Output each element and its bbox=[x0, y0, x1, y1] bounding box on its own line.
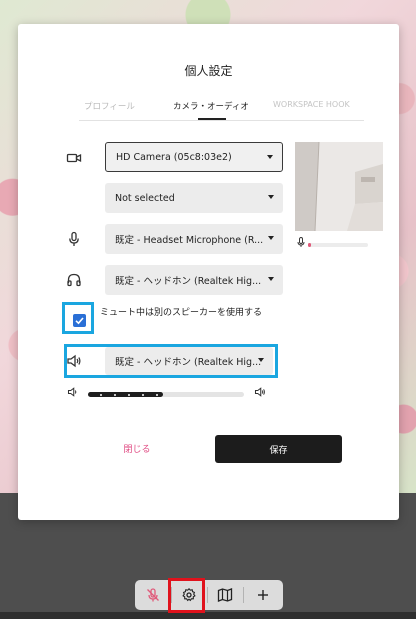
chevron-down-icon bbox=[268, 195, 274, 199]
volume-tick bbox=[100, 394, 102, 396]
checkmark-icon bbox=[75, 317, 84, 325]
mute-speaker-checkbox[interactable] bbox=[73, 314, 86, 327]
camera-preview bbox=[295, 142, 383, 231]
tab-workspace-hook[interactable]: WORKSPACE HOOK bbox=[273, 100, 350, 109]
volume-low-icon bbox=[67, 386, 79, 398]
mute-checkbox-highlight bbox=[62, 302, 94, 334]
mic-level-meter bbox=[295, 236, 383, 250]
microphone-small-icon bbox=[295, 236, 307, 248]
microphone-muted-icon bbox=[147, 588, 159, 602]
camera-select[interactable]: HD Camera (05c8:03e2) bbox=[105, 142, 283, 172]
plus-icon bbox=[258, 590, 268, 600]
volume-tick bbox=[114, 394, 116, 396]
microphone-icon bbox=[66, 231, 82, 247]
close-button[interactable]: 閉じる bbox=[104, 442, 170, 458]
microphone-select[interactable]: 既定 - Headset Microphone (R... bbox=[105, 224, 283, 254]
bottom-toolbar bbox=[135, 580, 283, 610]
map-button[interactable] bbox=[207, 580, 243, 610]
secondary-select[interactable]: Not selected bbox=[105, 183, 283, 213]
headphones-select[interactable]: 既定 - ヘッドホン (Realtek Hig... bbox=[105, 265, 283, 295]
tab-camera-audio[interactable]: カメラ・オーディオ bbox=[173, 100, 249, 112]
mute-speaker-label: ミュート中は別のスピーカーを使用する bbox=[100, 308, 263, 318]
bottom-strip bbox=[0, 612, 416, 619]
add-button[interactable] bbox=[245, 580, 281, 610]
personal-settings-dialog: 個人設定 プロフィール カメラ・オーディオ WORKSPACE HOOK HD … bbox=[18, 24, 399, 520]
toolbar-separator bbox=[243, 587, 244, 603]
volume-control bbox=[67, 386, 267, 400]
save-button[interactable]: 保存 bbox=[215, 435, 342, 463]
mic-level-fill bbox=[308, 243, 311, 247]
chevron-down-icon bbox=[268, 277, 274, 281]
settings-tabs: プロフィール カメラ・オーディオ WORKSPACE HOOK bbox=[79, 98, 364, 121]
volume-tick bbox=[156, 394, 158, 396]
settings-button-highlight bbox=[168, 578, 205, 613]
tab-profile[interactable]: プロフィール bbox=[84, 100, 135, 112]
speaker-select[interactable]: 既定 - ヘッドホン (Realtek Hig... bbox=[105, 347, 273, 375]
chevron-down-icon bbox=[267, 155, 273, 159]
volume-tick bbox=[142, 394, 144, 396]
microphone-select-value: 既定 - Headset Microphone (R... bbox=[115, 235, 264, 246]
secondary-select-value: Not selected bbox=[115, 192, 175, 204]
volume-tick bbox=[128, 394, 130, 396]
active-tab-indicator bbox=[198, 118, 226, 120]
chevron-down-icon bbox=[258, 358, 264, 362]
headphones-icon bbox=[66, 272, 82, 288]
speaker-icon bbox=[66, 353, 82, 369]
camera-select-value: HD Camera (05c8:03e2) bbox=[116, 151, 232, 163]
chevron-down-icon bbox=[268, 236, 274, 240]
volume-high-icon bbox=[254, 386, 266, 398]
mic-toggle-button[interactable] bbox=[135, 580, 171, 610]
map-icon bbox=[217, 588, 233, 602]
video-camera-icon bbox=[66, 150, 82, 166]
dialog-title: 個人設定 bbox=[184, 64, 233, 78]
mic-level-track bbox=[308, 243, 368, 247]
headphones-select-value: 既定 - ヘッドホン (Realtek Hig... bbox=[115, 276, 262, 287]
speaker-select-value: 既定 - ヘッドホン (Realtek Hig... bbox=[115, 357, 262, 368]
